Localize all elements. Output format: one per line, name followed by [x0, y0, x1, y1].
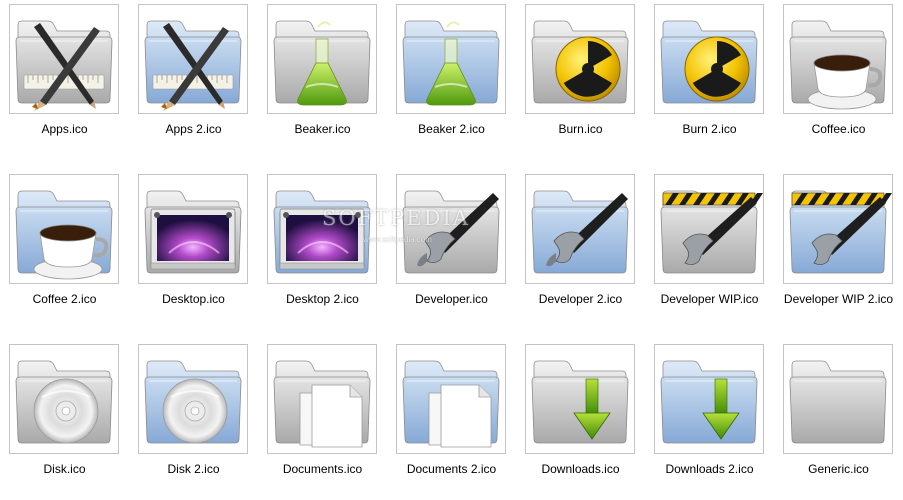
thumbnail-frame: [654, 344, 764, 454]
file-label: Generic.ico: [808, 462, 869, 476]
file-tile[interactable]: Developer WIP 2.ico: [774, 170, 903, 330]
file-tile[interactable]: Coffee.ico: [774, 0, 903, 160]
file-tile[interactable]: Burn.ico: [516, 0, 645, 160]
file-tile[interactable]: Desktop 2.ico: [258, 170, 387, 330]
radiation-icon: [660, 20, 758, 104]
file-label: Developer WIP 2.ico: [783, 292, 894, 306]
file-label: Developer 2.ico: [538, 292, 623, 306]
thumbnail-frame: [267, 174, 377, 284]
thumbnail-frame: [783, 4, 893, 114]
pencil-ruler-icon: [144, 20, 242, 111]
file-tile[interactable]: Developer WIP.ico: [645, 170, 774, 330]
pencil-ruler-icon: [15, 20, 113, 111]
file-tile[interactable]: Apps.ico: [0, 0, 129, 160]
thumbnail-frame: [654, 4, 764, 114]
thumbnail-frame: [525, 344, 635, 454]
file-label: Desktop.ico: [162, 292, 225, 306]
download-arrow-icon: [660, 360, 758, 444]
thumbnail-frame: [267, 4, 377, 114]
file-tile[interactable]: Desktop.ico: [129, 170, 258, 330]
file-tile[interactable]: Downloads 2.ico: [645, 340, 774, 500]
thumbnail-frame: [396, 344, 506, 454]
file-tile[interactable]: Documents 2.ico: [387, 340, 516, 500]
thumbnail-frame: [396, 174, 506, 284]
thumbnail-frame: [654, 174, 764, 284]
file-label: Developer.ico: [415, 292, 488, 306]
hammer-icon: [402, 190, 500, 274]
coffee-cup-icon: [15, 190, 113, 280]
thumbnail-frame: [138, 174, 248, 284]
hammer-icon: [531, 190, 629, 274]
file-label: Beaker 2.ico: [418, 122, 485, 136]
file-tile[interactable]: Disk 2.ico: [129, 340, 258, 500]
thumbnail-frame: [9, 4, 119, 114]
file-tile[interactable]: Burn 2.ico: [645, 0, 774, 160]
file-tile[interactable]: Downloads.ico: [516, 340, 645, 500]
documents-icon: [273, 360, 371, 448]
file-tile[interactable]: Apps 2.ico: [129, 0, 258, 160]
desktop-picture-icon: [273, 190, 371, 274]
thumbnail-frame: [138, 344, 248, 454]
coffee-cup-icon: [789, 20, 887, 110]
file-label: Beaker.ico: [294, 122, 351, 136]
beaker-icon: [273, 20, 371, 106]
file-tile[interactable]: Generic.ico: [774, 340, 903, 500]
download-arrow-icon: [531, 360, 629, 444]
beaker-icon: [402, 20, 500, 106]
file-label: Disk.ico: [43, 462, 86, 476]
radiation-icon: [531, 20, 629, 104]
file-label: Downloads 2.ico: [665, 462, 754, 476]
thumbnail-frame: [138, 4, 248, 114]
file-tile[interactable]: Developer 2.ico: [516, 170, 645, 330]
disc-icon: [15, 360, 113, 444]
thumbnail-frame: [525, 4, 635, 114]
thumbnail-frame: [783, 344, 893, 454]
thumbnail-frame: [783, 174, 893, 284]
file-label: Apps 2.ico: [165, 122, 222, 136]
hammer-wip-icon: [789, 190, 892, 274]
file-label: Disk 2.ico: [167, 462, 220, 476]
thumbnail-frame: [9, 344, 119, 454]
file-label: Documents 2.ico: [406, 462, 497, 476]
thumbnail-frame: [9, 174, 119, 284]
file-label: Coffee 2.ico: [32, 292, 97, 306]
documents-icon: [402, 360, 500, 448]
hammer-wip-icon: [660, 190, 763, 274]
file-label: Documents.ico: [282, 462, 363, 476]
thumbnail-frame: [267, 344, 377, 454]
file-label: Downloads.ico: [541, 462, 620, 476]
desktop-picture-icon: [144, 190, 242, 274]
file-label: Apps.ico: [41, 122, 88, 136]
file-tile[interactable]: Developer.ico: [387, 170, 516, 330]
file-label: Burn 2.ico: [682, 122, 737, 136]
file-tile[interactable]: Documents.ico: [258, 340, 387, 500]
icon-grid: Apps.ico Apps 2.ico Beaker.ico Beaker 2.…: [0, 0, 903, 497]
thumbnail-frame: [525, 174, 635, 284]
folder-icon: [789, 360, 887, 444]
file-tile[interactable]: Beaker.ico: [258, 0, 387, 160]
file-label: Developer WIP.ico: [660, 292, 759, 306]
file-tile[interactable]: Beaker 2.ico: [387, 0, 516, 160]
thumbnail-frame: [396, 4, 506, 114]
file-tile[interactable]: Coffee 2.ico: [0, 170, 129, 330]
disc-icon: [144, 360, 242, 444]
file-label: Coffee.ico: [811, 122, 866, 136]
file-label: Desktop 2.ico: [286, 292, 359, 306]
file-label: Burn.ico: [558, 122, 603, 136]
file-tile[interactable]: Disk.ico: [0, 340, 129, 500]
